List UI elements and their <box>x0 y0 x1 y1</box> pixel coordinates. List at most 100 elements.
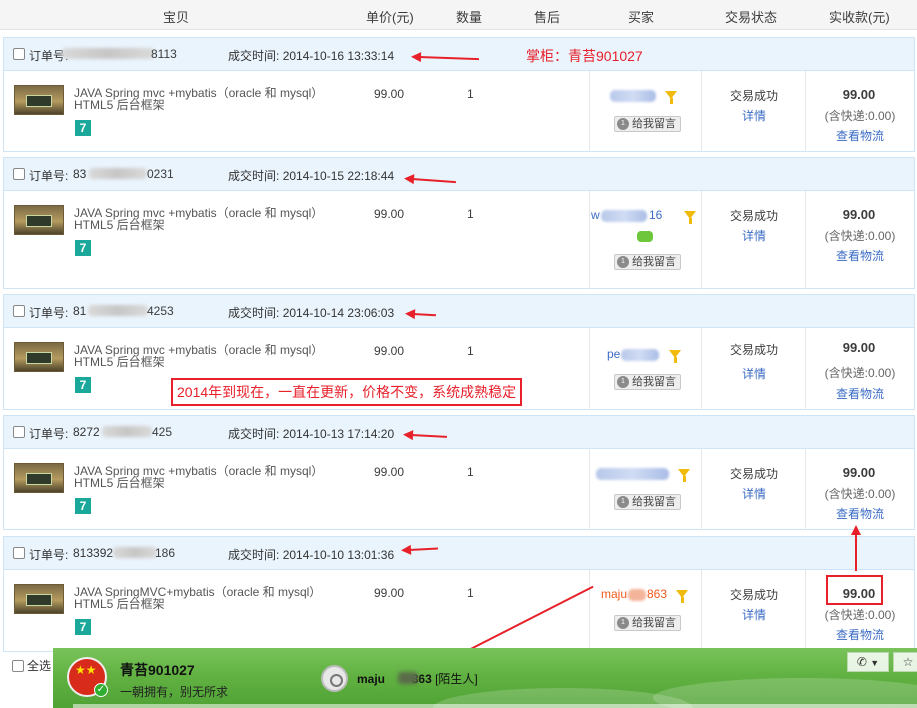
im-notification-bar[interactable]: ★★ ✓ 青苔901027 一朝拥有，别无所求 majuxxxx863 [陌生人… <box>53 648 917 708</box>
order-number-suffix: 8113 <box>151 47 177 61</box>
trade-status: 交易成功 <box>729 89 778 103</box>
received-amount: 99.00 <box>842 340 876 355</box>
message-icon: 1 <box>617 496 629 508</box>
select-all-checkbox[interactable] <box>12 660 24 672</box>
chevron-down-icon: ▼ <box>870 658 880 668</box>
detail-link[interactable]: 详情 <box>724 107 784 124</box>
detail-link[interactable]: 详情 <box>724 365 784 382</box>
quantity: 1 <box>467 344 474 358</box>
buyer-name[interactable]: maju <box>601 587 627 601</box>
online-check-icon: ✓ <box>94 683 108 697</box>
quantity: 1 <box>467 207 474 221</box>
buyer-name[interactable]: w <box>591 208 600 222</box>
favorite-button[interactable]: ☆ <box>893 652 917 672</box>
user-signature: 一朝拥有，别无所求 <box>120 685 229 699</box>
order-body: JAVA Spring mvc +mybatis（oracle 和 mysql）… <box>4 71 914 151</box>
phone-icon: ✆ <box>856 655 867 669</box>
order-row: 订单号: 8113 成交时间: 2014-10-16 13:33:14 掌柜：青… <box>3 37 915 152</box>
view-logistics-link[interactable]: 查看物流 <box>830 247 890 264</box>
order-number-suffix: 425 <box>152 425 173 439</box>
filter-icon[interactable] <box>669 350 681 363</box>
filter-icon[interactable] <box>678 469 690 482</box>
unit-price: 99.00 <box>374 344 405 358</box>
shipping-fee: (含快递:0.00) <box>824 608 896 622</box>
shipping-fee: (含快递:0.00) <box>824 366 896 380</box>
unit-price: 99.00 <box>374 586 405 600</box>
order-checkbox[interactable] <box>13 547 25 559</box>
product-title[interactable]: JAVA Spring mvc +mybatis（oracle 和 mysql）… <box>74 207 354 231</box>
order-number-label: 订单号: <box>29 427 69 441</box>
order-checkbox[interactable] <box>13 168 25 180</box>
message-icon: 1 <box>617 118 629 130</box>
quantity: 1 <box>467 586 474 600</box>
leave-message-button[interactable]: 1 给我留言 <box>614 494 681 510</box>
product-title[interactable]: JAVA SpringMVC+mybatis（oracle 和 mysql） H… <box>74 586 354 610</box>
leave-message-button[interactable]: 1 给我留言 <box>614 254 681 270</box>
order-number-suffix: 0231 <box>147 167 174 181</box>
product-title[interactable]: JAVA Spring mvc +mybatis（oracle 和 mysql）… <box>74 465 354 489</box>
redacted-order-number <box>113 547 157 558</box>
product-thumbnail[interactable] <box>14 205 64 235</box>
order-row: 订单号: 81 4253 成交时间: 2014-10-14 23:06:03 J… <box>3 294 915 410</box>
order-body: JAVA Spring mvc +mybatis（oracle 和 mysql）… <box>4 191 914 289</box>
buyer-name-suffix[interactable]: 863 <box>647 587 667 601</box>
view-logistics-link[interactable]: 查看物流 <box>830 626 890 643</box>
im-toolbar <box>73 704 917 708</box>
leave-message-button[interactable]: 1 给我留言 <box>614 615 681 631</box>
product-thumbnail[interactable] <box>14 463 64 493</box>
redacted-buyer[interactable] <box>610 90 656 102</box>
order-row: 订单号: 8272 425 成交时间: 2014-10-13 17:14:20 … <box>3 415 915 530</box>
deal-time: 成交时间: 2014-10-10 13:01:36 <box>228 548 395 562</box>
order-checkbox[interactable] <box>13 305 25 317</box>
view-logistics-link[interactable]: 查看物流 <box>830 127 890 144</box>
star-icon: ☆ <box>902 655 914 669</box>
order-checkbox[interactable] <box>13 426 25 438</box>
redacted-buyer <box>621 349 659 361</box>
filter-icon[interactable] <box>676 590 688 603</box>
chat-online-icon[interactable] <box>637 231 653 242</box>
filter-icon[interactable] <box>665 91 677 104</box>
amount-highlight-box <box>826 575 883 605</box>
deal-time: 成交时间: 2014-10-15 22:18:44 <box>228 169 395 183</box>
call-button[interactable]: ✆ ▼ <box>847 652 889 672</box>
order-header: 订单号: 8272 425 成交时间: 2014-10-13 17:14:20 <box>4 416 914 449</box>
order-number: 83 <box>73 167 87 181</box>
redacted-buyer[interactable] <box>596 468 669 480</box>
col-qty: 数量 <box>456 10 483 25</box>
product-thumbnail[interactable] <box>14 584 64 614</box>
message-icon: 1 <box>617 376 629 388</box>
star-icon: ★★ <box>75 663 97 677</box>
redacted-contact <box>398 672 418 684</box>
order-number-label: 订单号: <box>29 306 69 320</box>
seven-day-return-badge: 7 <box>75 120 91 136</box>
order-checkbox[interactable] <box>13 48 25 60</box>
view-logistics-link[interactable]: 查看物流 <box>830 505 890 522</box>
filter-icon[interactable] <box>684 211 696 224</box>
contact-avatar[interactable] <box>321 665 348 692</box>
select-all[interactable]: 全选 <box>12 657 51 674</box>
buyer-name-suffix[interactable]: 16 <box>649 208 662 222</box>
shipping-fee: (含快递:0.00) <box>824 229 896 243</box>
order-number-suffix: 186 <box>155 546 176 560</box>
detail-link[interactable]: 详情 <box>724 606 784 623</box>
col-buyer: 买家 <box>628 10 655 25</box>
leave-message-button[interactable]: 1 给我留言 <box>614 116 681 132</box>
detail-link[interactable]: 详情 <box>724 485 784 502</box>
order-body: JAVA Spring mvc +mybatis（oracle 和 mysql）… <box>4 328 914 410</box>
buyer-name[interactable]: pe <box>607 347 620 361</box>
product-thumbnail[interactable] <box>14 85 64 115</box>
received-amount: 99.00 <box>842 207 876 222</box>
col-aftersale: 售后 <box>534 10 561 25</box>
order-row: 订单号: 83 0231 成交时间: 2014-10-15 22:18:44 J… <box>3 157 915 289</box>
product-title[interactable]: JAVA Spring mvc +mybatis（oracle 和 mysql）… <box>74 344 354 368</box>
redacted-order-number <box>62 48 154 59</box>
redacted-order-number <box>102 426 152 437</box>
leave-message-button[interactable]: 1 给我留言 <box>614 374 681 390</box>
trade-status: 交易成功 <box>729 588 778 602</box>
col-amount: 实收款(元) <box>829 10 890 25</box>
avatar[interactable]: ★★ ✓ <box>67 657 108 697</box>
product-thumbnail[interactable] <box>14 342 64 372</box>
product-title[interactable]: JAVA Spring mvc +mybatis（oracle 和 mysql）… <box>74 87 354 111</box>
detail-link[interactable]: 详情 <box>724 227 784 244</box>
view-logistics-link[interactable]: 查看物流 <box>830 385 890 402</box>
